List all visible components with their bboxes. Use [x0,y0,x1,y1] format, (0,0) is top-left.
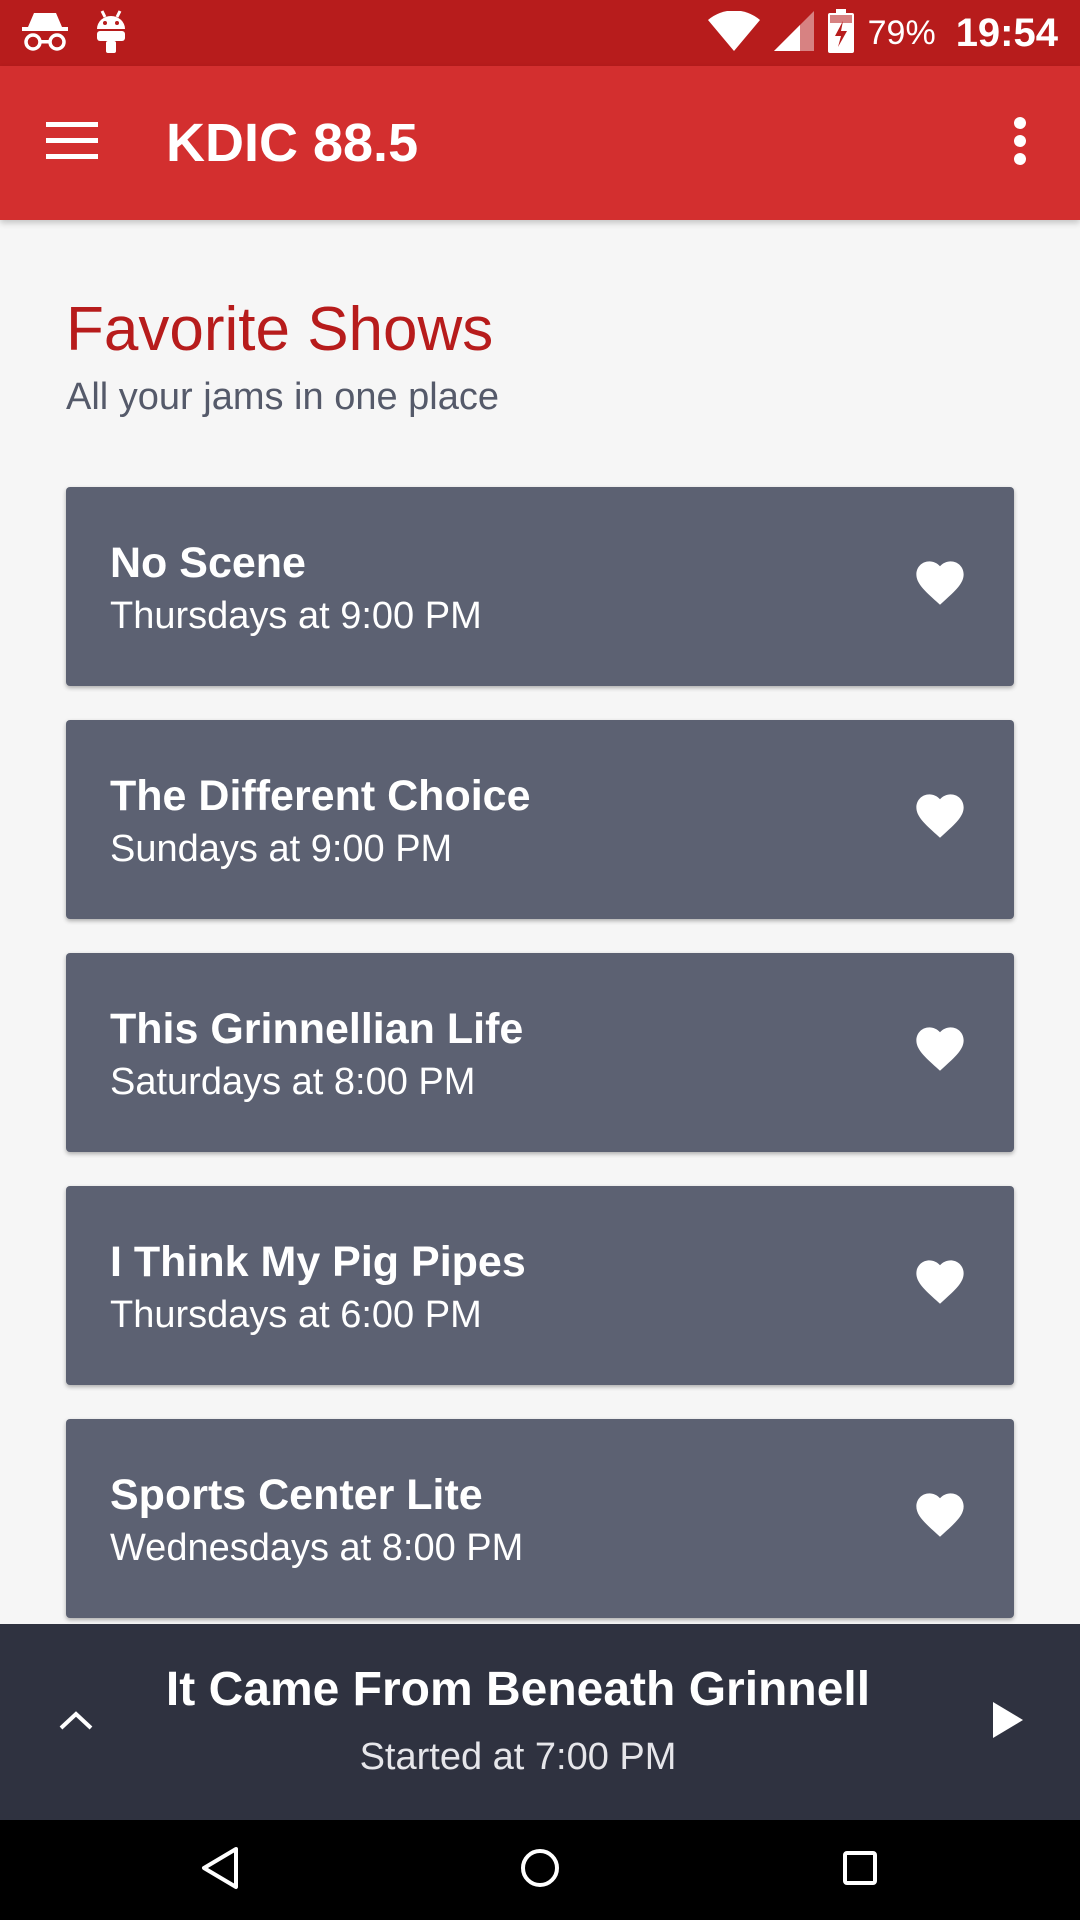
status-right-icons: 79% 19:54 [707,0,1058,66]
recents-icon [842,1850,878,1891]
home-button[interactable] [508,1838,572,1902]
wifi-icon [707,9,760,56]
show-card[interactable]: No Scene Thursdays at 9:00 PM [66,487,1014,686]
favorite-button[interactable] [908,555,972,619]
recents-button[interactable] [828,1838,892,1902]
heart-icon [911,559,969,616]
clock: 19:54 [955,10,1058,55]
now-playing-title: It Came From Beneath Grinnell [165,1663,871,1716]
heart-icon [911,1025,969,1082]
back-icon [200,1846,240,1895]
show-time: Wednesdays at 8:00 PM [110,1527,524,1569]
heart-icon [911,792,969,849]
status-left-icons [22,8,128,58]
home-icon [519,1847,561,1894]
show-name: This Grinnellian Life [110,1005,524,1053]
incognito-icon [22,11,68,56]
hamburger-menu-icon [46,121,98,165]
play-button[interactable] [976,1690,1040,1754]
show-time: Saturdays at 8:00 PM [110,1061,476,1103]
favorite-shows-list: No Scene Thursdays at 9:00 PM The Differ… [66,487,1014,1652]
show-time: Thursdays at 6:00 PM [110,1294,482,1336]
favorite-button[interactable] [908,788,972,852]
show-name: The Different Choice [110,772,531,820]
cell-signal-icon [773,10,814,56]
heart-icon [911,1258,969,1315]
more-vert-icon [1013,116,1027,170]
play-icon [991,1700,1025,1745]
now-playing-bar[interactable]: It Came From Beneath Grinnell Started at… [0,1624,1080,1820]
heart-icon [911,1491,969,1548]
app-title: KDIC 88.5 [166,113,419,173]
show-name: No Scene [110,539,306,587]
battery-percent: 79% [867,13,936,52]
show-name: I Think My Pig Pipes [110,1238,526,1286]
show-card[interactable]: Sports Center Lite Wednesdays at 8:00 PM [66,1419,1014,1618]
android-debug-icon [94,9,128,58]
favorite-button[interactable] [908,1487,972,1551]
now-playing-subtitle: Started at 7:00 PM [359,1736,677,1778]
show-name: Sports Center Lite [110,1471,483,1519]
favorite-button[interactable] [908,1254,972,1318]
show-card[interactable]: The Different Choice Sundays at 9:00 PM [66,720,1014,919]
back-button[interactable] [188,1838,252,1902]
menu-button[interactable] [40,111,104,175]
show-card[interactable]: I Think My Pig Pipes Thursdays at 6:00 P… [66,1186,1014,1385]
battery-charging-icon [827,8,854,58]
show-time: Thursdays at 9:00 PM [110,595,482,637]
show-card[interactable]: This Grinnellian Life Saturdays at 8:00 … [66,953,1014,1152]
show-time: Sundays at 9:00 PM [110,828,453,870]
overflow-menu-button[interactable] [988,111,1052,175]
section-title: Favorite Shows [66,295,494,364]
favorite-button[interactable] [908,1021,972,1085]
app-bar: KDIC 88.5 [0,66,1080,220]
section-subtitle: All your jams in one place [66,376,499,418]
status-bar: 79% 19:54 [0,0,1080,66]
system-nav-bar [0,1820,1080,1920]
